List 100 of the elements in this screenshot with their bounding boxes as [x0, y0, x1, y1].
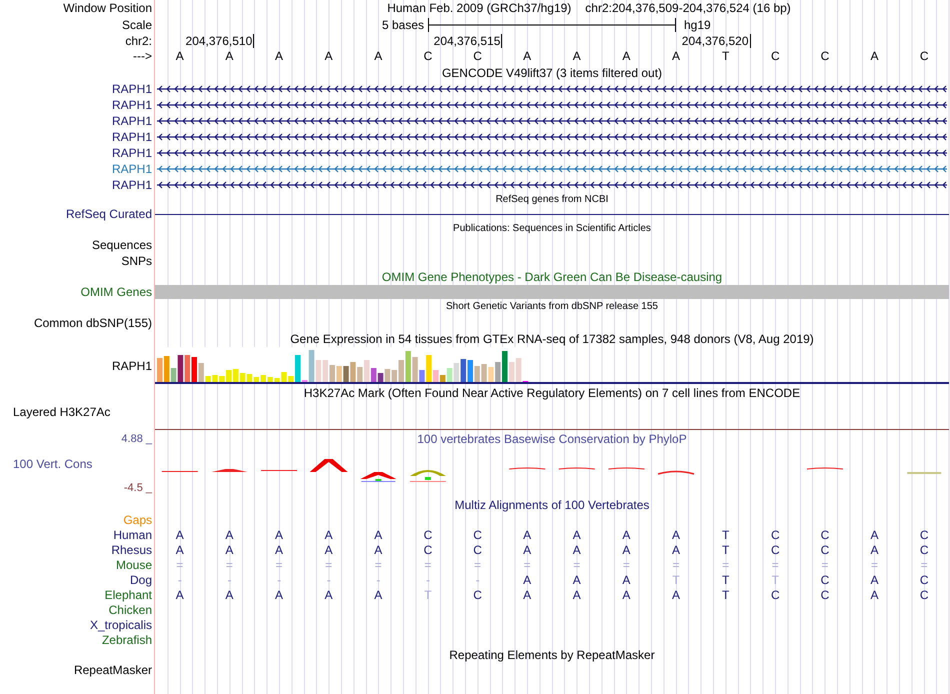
aligned-base: = — [276, 558, 283, 570]
aligned-base: A — [622, 528, 630, 540]
aligned-base: C — [820, 544, 830, 556]
track-label: RefSeq Curated — [66, 208, 152, 220]
aligned-base: = — [772, 558, 779, 570]
aligned-base: A — [176, 528, 184, 540]
track-title: Gene Expression in 54 tissues from GTEx RNA-seq of 17382 samples, 948 donors (V8, Aug 2019) — [290, 333, 814, 345]
aligned-base: C — [820, 528, 830, 540]
axis-label: -4.5 _ — [124, 482, 152, 494]
row-label: Scale — [122, 18, 152, 30]
track-title: H3K27Ac Mark (Often Found Near Active Regulatory Elements) on 7 cell lines from ENCODE — [304, 386, 800, 398]
track-label: RAPH1 — [112, 360, 152, 372]
aligned-base: C — [473, 528, 482, 540]
aligned-base: A — [523, 588, 532, 600]
position-text: chr2:204,376,509-204,376,524 (16 bp) — [585, 2, 791, 14]
aligned-base: A — [275, 528, 284, 540]
track-title: Publications: Sequences in Scientific Articles — [453, 224, 651, 234]
track-title: Short Genetic Variants from dbSNP release 155 — [446, 302, 658, 312]
sequence-base: A — [870, 50, 879, 62]
track-label: Layered H3K27Ac — [13, 405, 110, 419]
aligned-base: C — [424, 544, 432, 556]
aligned-base: A — [572, 544, 581, 556]
track-label: Sequences — [92, 239, 152, 251]
aligned-base: A — [176, 544, 184, 556]
aligned-base: = — [374, 558, 382, 570]
sequence-base: C — [820, 50, 830, 62]
aligned-base: A — [374, 528, 382, 540]
aligned-base: A — [225, 528, 234, 540]
aligned-base: - — [178, 574, 182, 586]
assembly-title: Human Feb. 2009 (GRCh37/hg19) — [387, 2, 572, 14]
gene-label: RAPH1 — [112, 179, 152, 191]
scale-label: 5 bases — [382, 18, 424, 30]
sequence-base: C — [920, 50, 929, 62]
species-label: Dog — [130, 574, 152, 586]
aligned-base: A — [523, 544, 532, 556]
aligned-base: A — [176, 588, 184, 600]
coordinate-tick: 204,376,520 — [682, 34, 750, 48]
aligned-base: A — [622, 544, 630, 556]
row-label: Window Position — [63, 2, 152, 14]
track-title: Repeating Elements by RepeatMasker — [449, 649, 655, 661]
aligned-base: A — [523, 574, 532, 586]
aligned-base: - — [326, 574, 331, 586]
gene-label: RAPH1 — [112, 147, 152, 159]
track-label: Common dbSNP(155) — [34, 317, 152, 329]
aligned-base: = — [871, 558, 878, 570]
track-title: Multiz Alignments of 100 Vertebrates — [454, 499, 650, 511]
coordinate-tick: 204,376,510 — [186, 34, 254, 48]
aligned-base: C — [473, 544, 482, 556]
track-label: RepeatMasker — [74, 664, 152, 676]
aligned-base: T — [722, 528, 730, 540]
aligned-base: T — [722, 588, 730, 600]
sequence-base: A — [275, 50, 284, 62]
aligned-base: A — [572, 588, 581, 600]
aligned-base: C — [920, 544, 929, 556]
aligned-base: T — [672, 574, 680, 586]
row-label: chr2: — [125, 34, 152, 46]
aligned-base: T — [772, 574, 779, 586]
aligned-base: A — [374, 544, 382, 556]
aligned-base: A — [225, 588, 234, 600]
species-label: Elephant — [104, 588, 152, 600]
aligned-base: A — [523, 528, 532, 540]
aligned-base: C — [820, 574, 830, 586]
sequence-base: A — [176, 50, 184, 62]
aligned-base: C — [920, 574, 929, 586]
aligned-base: C — [920, 528, 929, 540]
aligned-base: = — [920, 558, 928, 570]
sequence-base: A — [672, 50, 680, 62]
gene-label: RAPH1 — [112, 115, 152, 127]
aligned-base: A — [622, 574, 630, 586]
aligned-base: = — [524, 558, 531, 570]
aligned-base: A — [672, 588, 680, 600]
gene-label: RAPH1 — [112, 83, 152, 95]
aligned-base: T — [722, 544, 730, 556]
aligned-base: C — [770, 544, 780, 556]
aligned-base: - — [227, 574, 232, 586]
sequence-base: A — [523, 50, 532, 62]
aligned-base: A — [572, 574, 581, 586]
track-label: 100 Vert. Cons — [13, 458, 92, 470]
sequence-base: C — [473, 50, 482, 62]
aligned-base: = — [821, 558, 828, 570]
track-title: GENCODE V49lift37 (3 items filtered out) — [442, 66, 662, 78]
track-label: Gaps — [123, 514, 152, 526]
aligned-base: A — [622, 588, 630, 600]
aligned-base: - — [376, 574, 380, 586]
aligned-base: A — [870, 544, 879, 556]
sequence-base: C — [424, 50, 432, 62]
aligned-base: T — [722, 574, 730, 586]
aligned-base: A — [225, 544, 234, 556]
aligned-base: A — [672, 544, 680, 556]
aligned-base: A — [374, 588, 382, 600]
track-label: SNPs — [121, 255, 152, 267]
species-label: Zebrafish — [102, 634, 152, 646]
aligned-base: A — [672, 528, 680, 540]
track-title: RefSeq genes from NCBI — [496, 195, 608, 205]
aligned-base: A — [275, 544, 284, 556]
aligned-base: - — [277, 574, 282, 586]
sequence-base: T — [722, 50, 730, 62]
gene-label: RAPH1 — [112, 163, 152, 175]
aligned-base: - — [476, 574, 480, 586]
aligned-base: C — [920, 588, 929, 600]
